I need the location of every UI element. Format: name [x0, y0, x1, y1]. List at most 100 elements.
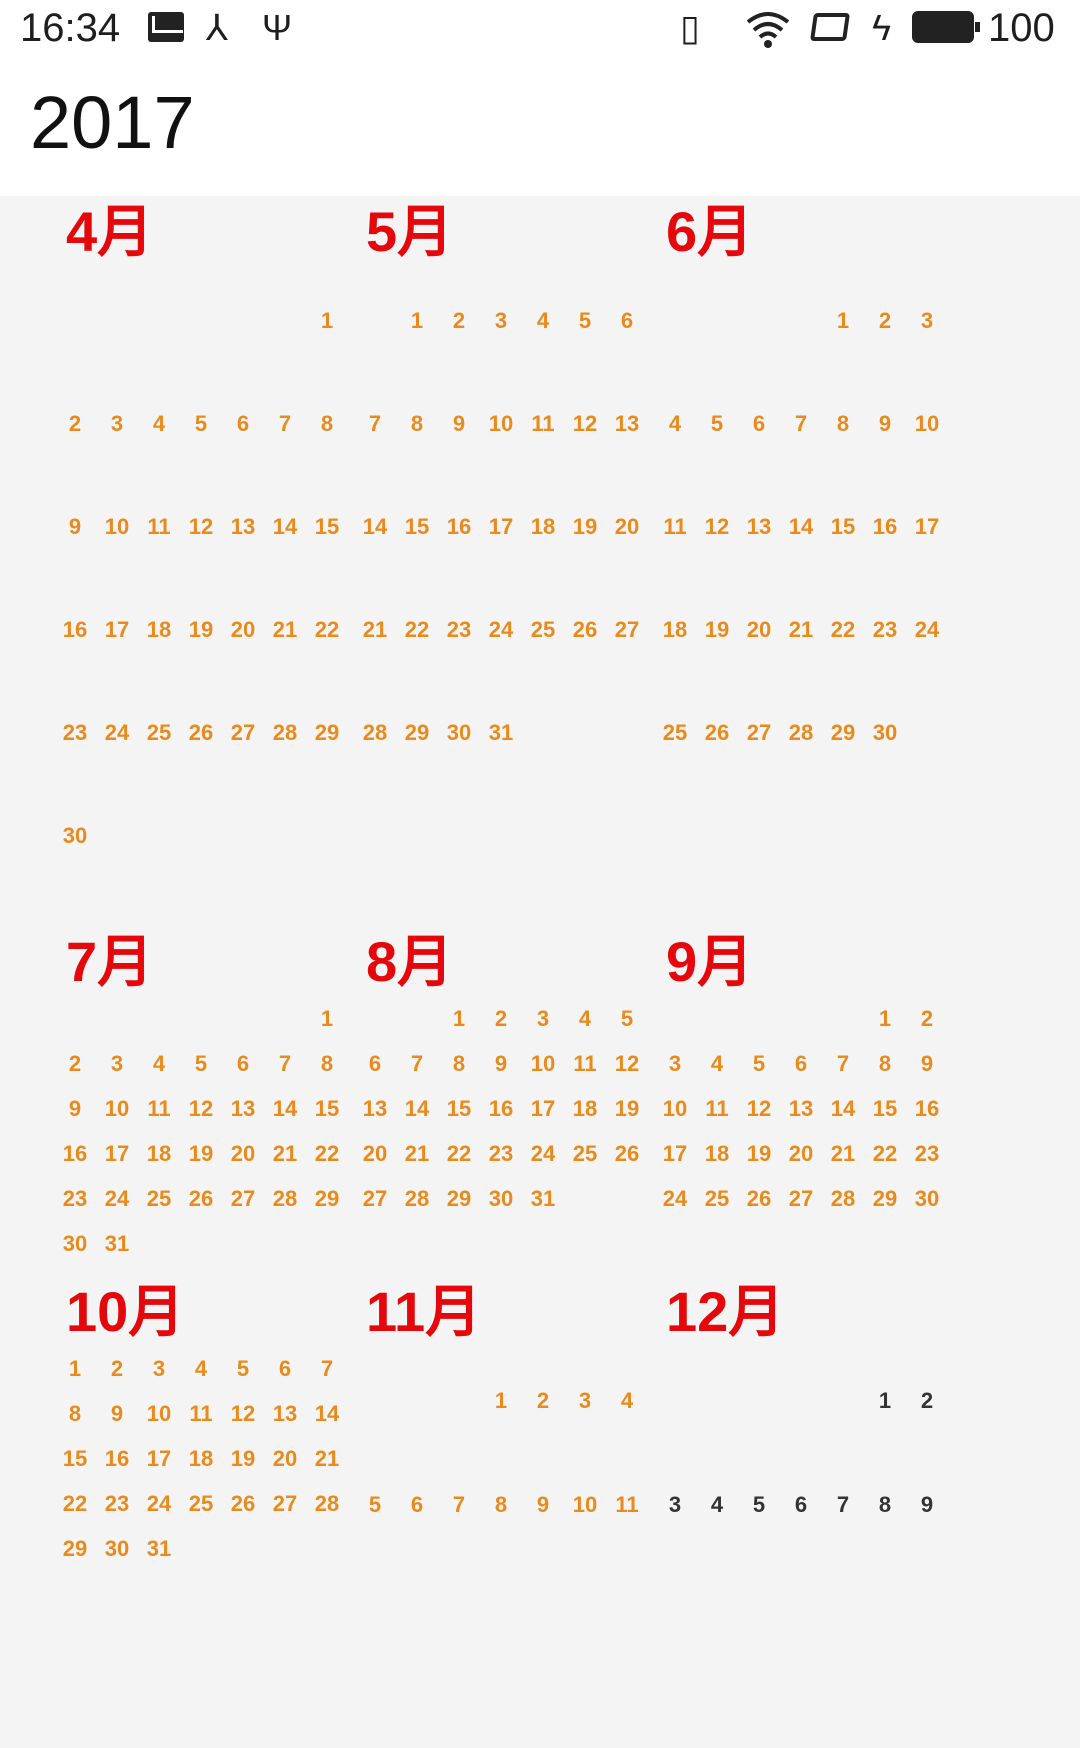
day-cell[interactable]: 17	[654, 1143, 696, 1165]
day-cell[interactable]: 7	[264, 413, 306, 435]
day-cell[interactable]: 14	[822, 1098, 864, 1120]
day-cell[interactable]: 23	[480, 1143, 522, 1165]
day-cell[interactable]: 4	[696, 1494, 738, 1516]
day-cell[interactable]: 30	[96, 1538, 138, 1560]
day-cell[interactable]: 17	[138, 1448, 180, 1470]
day-cell[interactable]: 29	[54, 1538, 96, 1560]
day-cell[interactable]: 19	[180, 1143, 222, 1165]
day-cell[interactable]: 23	[864, 619, 906, 641]
day-cell[interactable]: 23	[54, 722, 96, 744]
day-cell[interactable]: 15	[306, 1098, 348, 1120]
day-cell[interactable]: 6	[222, 1053, 264, 1075]
day-cell[interactable]: 29	[864, 1188, 906, 1210]
day-cell[interactable]: 4	[564, 1008, 606, 1030]
day-cell[interactable]: 3	[654, 1494, 696, 1516]
day-cell[interactable]: 7	[780, 413, 822, 435]
day-cell[interactable]: 22	[438, 1143, 480, 1165]
day-cell[interactable]: 11	[606, 1494, 648, 1516]
day-cell[interactable]: 21	[396, 1143, 438, 1165]
day-cell[interactable]: 26	[180, 1188, 222, 1210]
day-cell[interactable]: 18	[696, 1143, 738, 1165]
day-cell[interactable]: 16	[480, 1098, 522, 1120]
day-cell[interactable]: 24	[654, 1188, 696, 1210]
day-cell[interactable]: 6	[354, 1053, 396, 1075]
day-cell[interactable]: 10	[480, 413, 522, 435]
day-cell[interactable]: 23	[438, 619, 480, 641]
day-cell[interactable]: 17	[906, 516, 948, 538]
day-cell[interactable]: 3	[654, 1053, 696, 1075]
day-cell[interactable]: 16	[906, 1098, 948, 1120]
day-cell[interactable]: 9	[906, 1494, 948, 1516]
day-cell[interactable]: 2	[522, 1390, 564, 1412]
day-cell[interactable]: 4	[696, 1053, 738, 1075]
day-cell[interactable]: 14	[354, 516, 396, 538]
day-cell[interactable]: 27	[354, 1188, 396, 1210]
day-cell[interactable]: 31	[480, 722, 522, 744]
day-cell[interactable]: 9	[522, 1494, 564, 1516]
day-cell[interactable]: 27	[222, 1188, 264, 1210]
day-cell[interactable]: 25	[696, 1188, 738, 1210]
day-cell[interactable]: 10	[654, 1098, 696, 1120]
day-cell[interactable]: 1	[822, 310, 864, 332]
day-cell[interactable]: 5	[180, 413, 222, 435]
day-cell[interactable]: 15	[864, 1098, 906, 1120]
day-cell[interactable]: 2	[438, 310, 480, 332]
day-cell[interactable]: 25	[180, 1493, 222, 1515]
day-cell[interactable]: 8	[306, 413, 348, 435]
day-cell[interactable]: 11	[696, 1098, 738, 1120]
year-title[interactable]: 2017	[30, 86, 195, 160]
day-cell[interactable]: 10	[564, 1494, 606, 1516]
day-cell[interactable]: 23	[906, 1143, 948, 1165]
day-cell[interactable]: 12	[180, 1098, 222, 1120]
day-cell[interactable]: 20	[780, 1143, 822, 1165]
day-cell[interactable]: 25	[564, 1143, 606, 1165]
day-cell[interactable]: 1	[438, 1008, 480, 1030]
day-cell[interactable]: 7	[396, 1053, 438, 1075]
day-cell[interactable]: 7	[354, 413, 396, 435]
day-cell[interactable]: 6	[780, 1494, 822, 1516]
day-cell[interactable]: 6	[738, 413, 780, 435]
day-cell[interactable]: 3	[522, 1008, 564, 1030]
day-cell[interactable]: 1	[54, 1358, 96, 1380]
day-cell[interactable]: 12	[606, 1053, 648, 1075]
day-cell[interactable]: 6	[222, 413, 264, 435]
day-cell[interactable]: 11	[180, 1403, 222, 1425]
day-cell[interactable]: 28	[264, 722, 306, 744]
day-cell[interactable]: 2	[906, 1390, 948, 1412]
day-cell[interactable]: 27	[264, 1493, 306, 1515]
day-cell[interactable]: 24	[96, 722, 138, 744]
day-cell[interactable]: 19	[564, 516, 606, 538]
day-cell[interactable]: 18	[180, 1448, 222, 1470]
day-cell[interactable]: 15	[396, 516, 438, 538]
day-cell[interactable]: 1	[396, 310, 438, 332]
day-cell[interactable]: 10	[96, 1098, 138, 1120]
day-cell[interactable]: 31	[522, 1188, 564, 1210]
day-cell[interactable]: 8	[306, 1053, 348, 1075]
day-cell[interactable]: 4	[138, 413, 180, 435]
day-cell[interactable]: 14	[396, 1098, 438, 1120]
day-cell[interactable]: 21	[264, 619, 306, 641]
day-cell[interactable]: 7	[306, 1358, 348, 1380]
day-cell[interactable]: 22	[306, 1143, 348, 1165]
day-cell[interactable]: 3	[96, 1053, 138, 1075]
day-cell[interactable]: 25	[654, 722, 696, 744]
day-cell[interactable]: 13	[780, 1098, 822, 1120]
day-cell[interactable]: 22	[54, 1493, 96, 1515]
day-cell[interactable]: 14	[780, 516, 822, 538]
day-cell[interactable]: 19	[222, 1448, 264, 1470]
day-cell[interactable]: 20	[222, 1143, 264, 1165]
day-cell[interactable]: 10	[522, 1053, 564, 1075]
day-cell[interactable]: 5	[696, 413, 738, 435]
day-cell[interactable]: 9	[96, 1403, 138, 1425]
day-cell[interactable]: 17	[96, 1143, 138, 1165]
day-cell[interactable]: 9	[864, 413, 906, 435]
day-cell[interactable]: 29	[438, 1188, 480, 1210]
day-cell[interactable]: 31	[138, 1538, 180, 1560]
day-cell[interactable]: 9	[480, 1053, 522, 1075]
day-cell[interactable]: 29	[306, 1188, 348, 1210]
day-cell[interactable]: 6	[396, 1494, 438, 1516]
day-cell[interactable]: 9	[54, 516, 96, 538]
day-cell[interactable]: 6	[606, 310, 648, 332]
day-cell[interactable]: 3	[138, 1358, 180, 1380]
day-cell[interactable]: 2	[54, 413, 96, 435]
